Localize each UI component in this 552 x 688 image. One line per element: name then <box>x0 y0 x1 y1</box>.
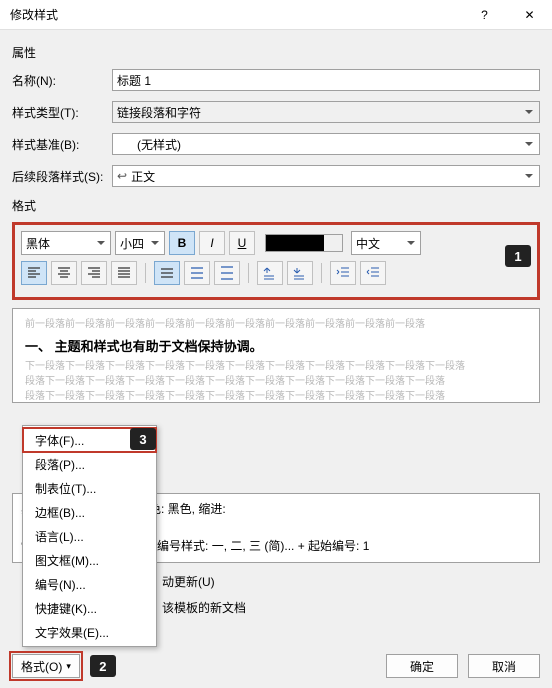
line-spacing-1-button[interactable] <box>154 261 180 285</box>
ok-button[interactable]: 确定 <box>386 654 458 678</box>
line-spacing-2-button[interactable] <box>214 261 240 285</box>
menu-language[interactable]: 语言(L)... <box>23 524 156 548</box>
space-before-dec-icon <box>293 266 307 280</box>
align-justify-icon <box>117 266 131 280</box>
align-left-button[interactable] <box>21 261 47 285</box>
menu-numbering[interactable]: 编号(N)... <box>23 572 156 596</box>
format-menu: 字体(F)... 段落(P)... 制表位(T)... 边框(B)... 语言(… <box>22 425 157 647</box>
line-spacing-15-icon <box>190 266 204 280</box>
indent-decrease-button[interactable] <box>330 261 356 285</box>
space-before-dec-button[interactable] <box>287 261 313 285</box>
auto-update-label: 动更新(U) <box>162 573 215 590</box>
name-input[interactable] <box>112 69 540 91</box>
align-left-icon <box>27 266 41 280</box>
space-before-inc-icon <box>263 266 277 280</box>
menu-text-effects[interactable]: 文字效果(E)... <box>23 620 156 644</box>
menu-tabs[interactable]: 制表位(T)... <box>23 476 156 500</box>
underline-button[interactable]: U <box>229 231 255 255</box>
template-option-label: 该模板的新文档 <box>162 599 246 616</box>
line-spacing-2-icon <box>220 266 234 280</box>
style-type-select[interactable]: 链接段落和字符 <box>112 101 540 123</box>
menu-shortcut[interactable]: 快捷键(K)... <box>23 596 156 620</box>
properties-section-label: 属性 <box>12 44 540 61</box>
preview-ghost-after2: 段落下一段落下一段落下一段落下一段落下一段落下一段落下一段落下一段落下一段落下一… <box>25 374 527 389</box>
callout-1: 1 <box>505 245 531 267</box>
font-size-select[interactable]: 小四 <box>115 231 165 255</box>
align-right-button[interactable] <box>81 261 107 285</box>
indent-increase-icon <box>366 266 380 280</box>
align-right-icon <box>87 266 101 280</box>
align-center-icon <box>57 266 71 280</box>
callout-3: 3 <box>130 428 156 450</box>
based-on-select[interactable]: (无样式) <box>112 133 540 155</box>
title-bar: 修改样式 ? ✕ <box>0 0 552 30</box>
next-style-select[interactable]: 正文 <box>112 165 540 187</box>
help-button[interactable]: ? <box>462 0 507 30</box>
format-button[interactable]: 格式(O) <box>12 654 80 678</box>
style-type-label: 样式类型(T): <box>12 104 112 121</box>
based-on-label: 样式基准(B): <box>12 136 112 153</box>
menu-border[interactable]: 边框(B)... <box>23 500 156 524</box>
next-style-label: 后续段落样式(S): <box>12 168 112 185</box>
close-button[interactable]: ✕ <box>507 0 552 30</box>
indent-increase-button[interactable] <box>360 261 386 285</box>
line-spacing-15-button[interactable] <box>184 261 210 285</box>
preview-ghost-after1: 下一段落下一段落下一段落下一段落下一段落下一段落下一段落下一段落下一段落下一段落… <box>25 359 527 374</box>
name-label: 名称(N): <box>12 72 112 89</box>
line-spacing-1-icon <box>160 266 174 280</box>
bold-button[interactable]: B <box>169 231 195 255</box>
script-select[interactable]: 中文 <box>351 231 421 255</box>
indent-decrease-icon <box>336 266 350 280</box>
format-section-label: 格式 <box>12 197 540 214</box>
preview-ghost-before: 前一段落前一段落前一段落前一段落前一段落前一段落前一段落前一段落前一段落前一段落 <box>25 317 527 332</box>
menu-paragraph[interactable]: 段落(P)... <box>23 452 156 476</box>
preview-ghost-after3: 段落下一段落下一段落下一段落下一段落下一段落下一段落下一段落下一段落下一段落下一… <box>25 389 527 403</box>
font-family-select[interactable]: 黑体 <box>21 231 111 255</box>
dialog-title: 修改样式 <box>10 6 462 23</box>
italic-button[interactable]: I <box>199 231 225 255</box>
color-swatch <box>266 235 324 251</box>
menu-frame[interactable]: 图文框(M)... <box>23 548 156 572</box>
preview-main-text: 一、 主题和样式也有助于文档保持协调。 <box>25 336 527 355</box>
align-center-button[interactable] <box>51 261 77 285</box>
format-toolbar-group: 黑体 小四 B I U 中文 1 <box>12 222 540 300</box>
font-color-select[interactable] <box>265 234 343 252</box>
callout-2: 2 <box>90 655 116 677</box>
preview-box: 前一段落前一段落前一段落前一段落前一段落前一段落前一段落前一段落前一段落前一段落… <box>12 308 540 403</box>
align-justify-button[interactable] <box>111 261 137 285</box>
cancel-button[interactable]: 取消 <box>468 654 540 678</box>
space-before-inc-button[interactable] <box>257 261 283 285</box>
